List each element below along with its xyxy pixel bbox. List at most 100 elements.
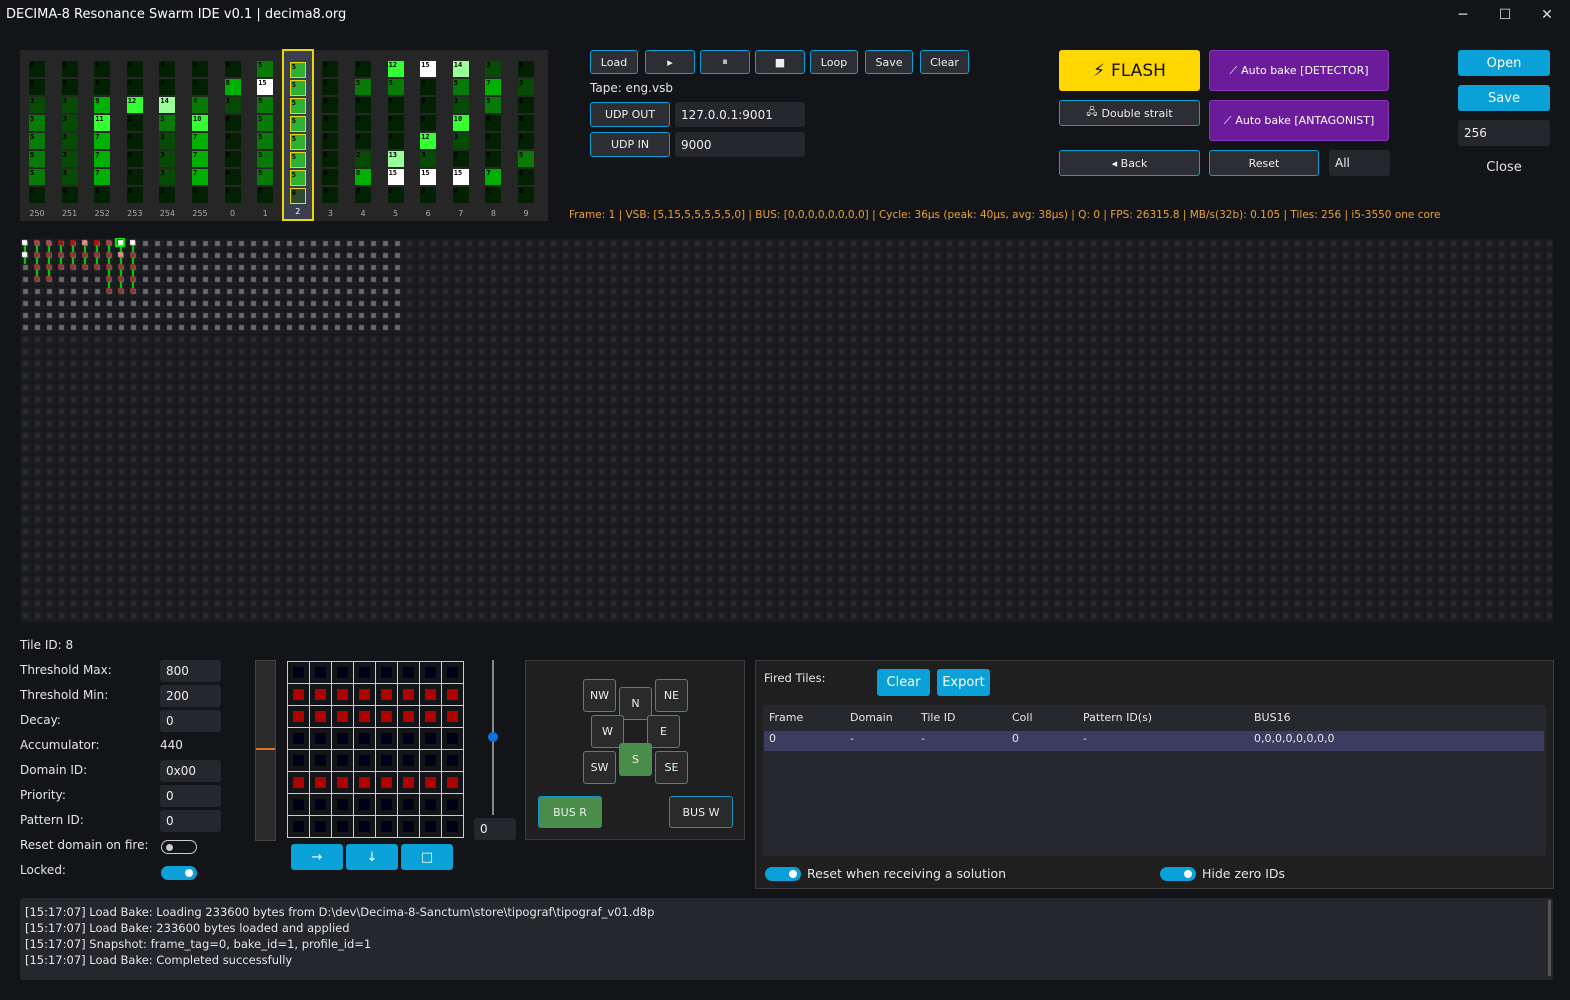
- tile-cell[interactable]: 0: [452, 151, 469, 167]
- tile-cell[interactable]: 5: [257, 61, 274, 77]
- tile-cell[interactable]: 7: [485, 169, 502, 185]
- pause-icon[interactable]: ⏸: [700, 50, 750, 74]
- tile-cell[interactable]: 0: [289, 188, 306, 204]
- tile-cell[interactable]: 0: [485, 133, 502, 149]
- tile-column[interactable]: 12 5 0 0 0 13 15 0 5: [380, 50, 412, 221]
- save-button[interactable]: Save: [1458, 85, 1550, 111]
- tile-column[interactable]: 0 3 0 0 0 5 0 0 9: [510, 50, 542, 221]
- pattern-cell[interactable]: [354, 662, 375, 683]
- table-row[interactable]: 0 - - 0 - 0,0,0,0,0,0,0,0: [764, 731, 1544, 751]
- pattern-cell[interactable]: [310, 816, 331, 837]
- pattern-cell[interactable]: [376, 728, 397, 749]
- tile-column[interactable]: 0 0 14 5 3 3 3 0 254: [151, 50, 183, 221]
- pattern-cell[interactable]: [332, 772, 353, 793]
- pattern-cell[interactable]: [288, 816, 309, 837]
- pattern-cell[interactable]: [442, 816, 463, 837]
- table-header[interactable]: Domain: [850, 711, 893, 724]
- close-window-button[interactable]: ✕: [1532, 4, 1562, 26]
- tile-cell[interactable]: 0: [126, 151, 143, 167]
- tile-cell[interactable]: 5: [289, 152, 306, 168]
- tile-cell[interactable]: 0: [159, 187, 176, 203]
- stop-icon[interactable]: ■: [755, 50, 805, 74]
- tile-cell[interactable]: 3: [61, 97, 78, 113]
- table-header[interactable]: Coll: [1012, 711, 1033, 724]
- flash-button[interactable]: ⚡ FLASH: [1059, 50, 1200, 91]
- tile-cell[interactable]: 0: [94, 187, 111, 203]
- tape-save-button[interactable]: Save: [865, 50, 913, 74]
- dir-sw-button[interactable]: SW: [583, 751, 616, 784]
- tile-cell[interactable]: 5: [289, 62, 306, 78]
- tile-cell[interactable]: 7: [94, 133, 111, 149]
- tile-cell[interactable]: 0: [387, 97, 404, 113]
- tile-cell[interactable]: 0: [420, 79, 437, 95]
- filter-select[interactable]: All: [1329, 150, 1390, 176]
- tile-cell[interactable]: 0: [61, 61, 78, 77]
- pattern-cell[interactable]: [376, 816, 397, 837]
- pattern-cell[interactable]: [442, 750, 463, 771]
- pattern-cell[interactable]: [442, 772, 463, 793]
- tile-cell[interactable]: 0: [126, 115, 143, 131]
- tile-cell[interactable]: 5: [387, 79, 404, 95]
- table-header[interactable]: Tile ID: [921, 711, 955, 724]
- pattern-cell[interactable]: [442, 794, 463, 815]
- shift-right-button[interactable]: →: [291, 844, 343, 870]
- tile-cell[interactable]: 3: [159, 151, 176, 167]
- double-strait-button[interactable]: 🖧 Double strait: [1059, 100, 1200, 126]
- tile-cell[interactable]: 5: [452, 79, 469, 95]
- tile-cell[interactable]: 5: [257, 151, 274, 167]
- tile-column[interactable]: 0 0 3 5 5 5 5 0 250: [21, 50, 53, 221]
- tile-cell[interactable]: 5: [485, 97, 502, 113]
- pattern-cell[interactable]: [310, 662, 331, 683]
- pattern-cell[interactable]: [354, 684, 375, 705]
- tile-cell[interactable]: 0: [29, 79, 45, 95]
- tile-cell[interactable]: 14: [452, 61, 469, 77]
- tile-cell[interactable]: 5: [355, 79, 371, 95]
- pattern-cell[interactable]: [332, 684, 353, 705]
- tile-cell[interactable]: 5: [29, 169, 45, 185]
- tile-cell[interactable]: 0: [159, 61, 176, 77]
- pattern-cell[interactable]: [398, 816, 419, 837]
- tile-cell[interactable]: 0: [126, 79, 143, 95]
- log-scrollbar[interactable]: [1548, 900, 1551, 976]
- tile-cell[interactable]: 3: [61, 133, 78, 149]
- pattern-cell[interactable]: [310, 706, 331, 727]
- tile-cell[interactable]: 0: [518, 187, 534, 203]
- tile-column[interactable]: 0 0 3 3 3 3 3 0 251: [54, 50, 86, 221]
- tile-cell[interactable]: 5: [289, 98, 306, 114]
- tile-column[interactable]: 5 15 5 5 5 5 5 0 1: [249, 50, 281, 221]
- reset-button[interactable]: Reset: [1209, 150, 1319, 176]
- pattern-cell[interactable]: [354, 728, 375, 749]
- tile-column[interactable]: 3 7 5 0 0 0 7 0 8: [477, 50, 509, 221]
- pattern-cell[interactable]: [398, 706, 419, 727]
- tile-cell[interactable]: 0: [355, 133, 371, 149]
- fired-tiles-table[interactable]: Frame Domain Tile ID Coll Pattern ID(s) BUS16…: [763, 705, 1546, 856]
- tile-cell[interactable]: 5: [257, 169, 274, 185]
- tile-cell[interactable]: 15: [257, 79, 274, 95]
- tile-cell[interactable]: 0: [518, 115, 534, 131]
- tile-cell[interactable]: 7: [192, 151, 208, 167]
- tile-column[interactable]: 0 5 0 0 0 2 8 0 4: [347, 50, 379, 221]
- tile-column[interactable]: 0 0 12 0 0 0 0 0 253: [119, 50, 151, 221]
- reset-solution-toggle[interactable]: [765, 867, 801, 881]
- tile-cell[interactable]: 13: [387, 151, 404, 167]
- tile-cell[interactable]: 5: [289, 170, 306, 186]
- tile-cell[interactable]: 0: [94, 61, 111, 77]
- pattern-cell[interactable]: [288, 772, 309, 793]
- tile-cell[interactable]: 0: [94, 79, 111, 95]
- table-header[interactable]: Pattern ID(s): [1083, 711, 1152, 724]
- tile-cell[interactable]: 2: [355, 151, 371, 167]
- tile-cell[interactable]: 7: [485, 79, 502, 95]
- pattern-grid[interactable]: [287, 661, 464, 838]
- tile-cell[interactable]: 3: [159, 169, 176, 185]
- tile-cell[interactable]: 0: [322, 169, 339, 185]
- tape-load-button[interactable]: Load: [590, 50, 638, 74]
- udp-out-button[interactable]: UDP OUT: [590, 102, 670, 127]
- pattern-cell[interactable]: [332, 816, 353, 837]
- tile-cell[interactable]: 11: [94, 115, 111, 131]
- table-header[interactable]: Frame: [769, 711, 803, 724]
- pattern-cell[interactable]: [398, 750, 419, 771]
- tile-cell[interactable]: 0: [224, 151, 241, 167]
- udp-in-button[interactable]: UDP IN: [590, 132, 670, 157]
- tile-cell[interactable]: 0: [322, 187, 339, 203]
- tile-cell[interactable]: 5: [257, 133, 274, 149]
